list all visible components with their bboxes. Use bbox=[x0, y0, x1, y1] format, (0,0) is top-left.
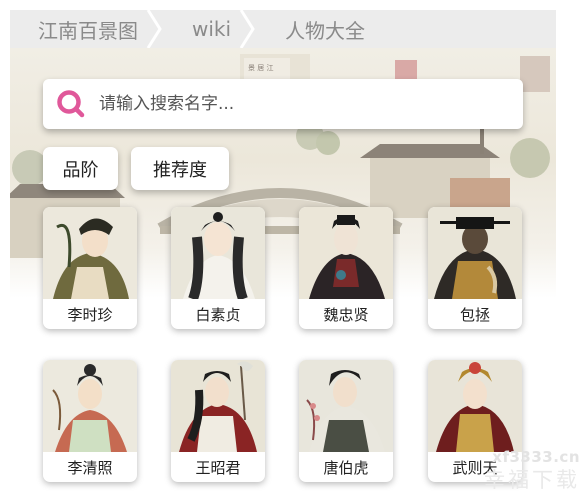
character-name: 包拯 bbox=[459, 305, 490, 324]
breadcrumb-item-current[interactable]: 人物大全 bbox=[255, 10, 389, 48]
character-name: 李清照 bbox=[67, 458, 113, 477]
filter-recommend-button[interactable]: 推荐度 bbox=[131, 147, 229, 190]
breadcrumb-label: wiki bbox=[192, 17, 232, 41]
character-card[interactable]: 李清照 bbox=[43, 360, 137, 482]
character-name: 李时珍 bbox=[67, 305, 113, 324]
chevron-right-icon bbox=[237, 10, 257, 48]
watermark-text: 幸福下载 bbox=[484, 468, 580, 492]
portrait-image bbox=[171, 207, 265, 299]
breadcrumb-label: 人物大全 bbox=[285, 18, 366, 43]
chevron-right-icon bbox=[144, 10, 164, 48]
page: 景 居 江 江南百景图 wiki 人物大全 品阶 bbox=[0, 0, 584, 498]
character-card[interactable]: 唐伯虎 bbox=[299, 360, 393, 482]
character-name: 唐伯虎 bbox=[323, 458, 369, 477]
svg-text:景 居 江: 景 居 江 bbox=[248, 64, 273, 72]
portrait-image bbox=[299, 207, 393, 299]
breadcrumb-label: 江南百景图 bbox=[38, 18, 138, 43]
character-name: 王昭君 bbox=[195, 458, 241, 477]
search-input[interactable] bbox=[99, 94, 479, 114]
search-bar[interactable] bbox=[43, 79, 523, 129]
character-card[interactable]: 李时珍 bbox=[43, 207, 137, 329]
breadcrumb-item-wiki[interactable]: wiki bbox=[162, 10, 255, 48]
portrait-image bbox=[171, 360, 265, 452]
breadcrumb: 江南百景图 wiki 人物大全 bbox=[10, 10, 556, 48]
character-card[interactable]: 魏忠贤 bbox=[299, 207, 393, 329]
filter-rank-button[interactable]: 品阶 bbox=[43, 147, 118, 190]
character-card[interactable]: 白素贞 bbox=[171, 207, 265, 329]
portrait-image bbox=[299, 360, 393, 452]
breadcrumb-item-home[interactable]: 江南百景图 bbox=[10, 10, 162, 48]
character-name: 魏忠贤 bbox=[323, 305, 369, 324]
portrait-image bbox=[428, 207, 522, 299]
portrait-image bbox=[428, 360, 522, 452]
search-icon[interactable] bbox=[55, 89, 85, 119]
character-card[interactable]: 包拯 bbox=[428, 207, 522, 329]
watermark: xf3333.cn 幸福下载 bbox=[484, 448, 580, 494]
portrait-image bbox=[43, 360, 137, 452]
character-name: 白素贞 bbox=[195, 305, 241, 324]
character-card[interactable]: 王昭君 bbox=[171, 360, 265, 482]
portrait-image bbox=[43, 207, 137, 299]
